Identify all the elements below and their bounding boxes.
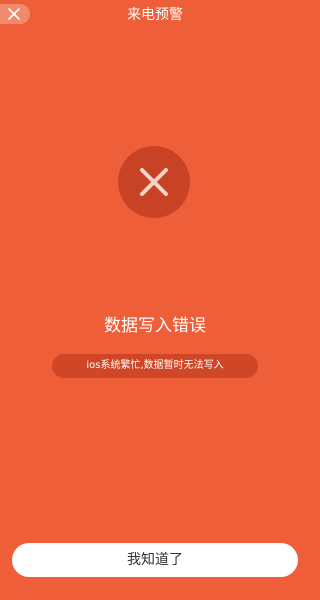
error-heading: 数据写入错误 <box>104 316 206 336</box>
error-x-icon <box>140 168 168 196</box>
error-message-badge: ios系统繁忙,数据暂时无法写入 <box>52 354 258 378</box>
error-status-circle <box>118 146 190 218</box>
acknowledge-button[interactable]: 我知道了 <box>12 543 298 577</box>
page-title: 来电预警 <box>127 7 183 23</box>
top-bar: 来电预警 <box>0 0 310 32</box>
